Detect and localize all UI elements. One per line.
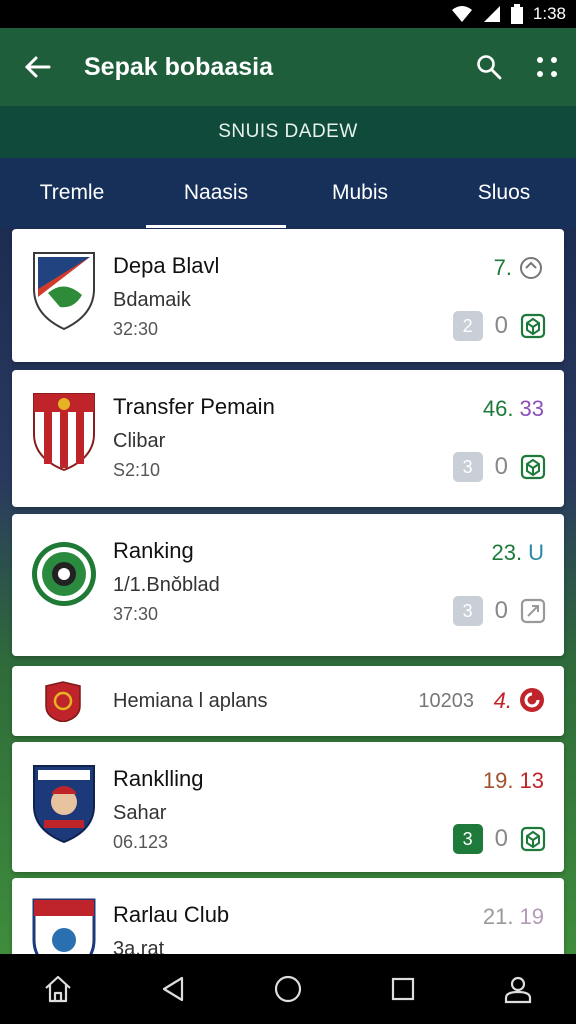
tab-naasis[interactable]: Naasis: [144, 158, 288, 228]
app-title: Sepak bobaasia: [84, 52, 273, 81]
share-icon[interactable]: [520, 598, 546, 624]
card-subtitle: Bdamaik: [113, 289, 191, 311]
nav-home-circle-button[interactable]: [258, 959, 318, 1019]
nav-recents-button[interactable]: [373, 959, 433, 1019]
back-arrow-icon: [24, 56, 51, 78]
count-badge: 2: [452, 311, 483, 341]
search-icon: [477, 55, 502, 80]
cube-icon[interactable]: [520, 826, 546, 852]
person-icon: [505, 976, 532, 1004]
tab-bar: Tremle Naasis Mubis Sluos: [0, 158, 576, 228]
search-button[interactable]: [460, 28, 518, 106]
score-a: 7.: [493, 255, 512, 280]
zero-value: 0: [494, 825, 508, 852]
score-b: U: [528, 540, 544, 565]
score-a: 4.: [493, 688, 512, 713]
app-bar: Sepak bobaasia: [0, 28, 576, 106]
score: 23. U: [492, 540, 544, 566]
list-item[interactable]: Ranklling Sahar 06.123 19. 13 3 0: [12, 742, 564, 872]
score-a: 19.: [482, 768, 514, 793]
tab-tremle[interactable]: Tremle: [0, 158, 144, 228]
section-banner-label: SNUIS DADEW: [218, 121, 358, 142]
card-time: S2:10: [113, 460, 161, 480]
circle-nav-icon: [274, 975, 302, 1003]
score-a: 21.: [482, 904, 514, 929]
club-crest-icon: [32, 542, 96, 606]
list-item[interactable]: Transfer Pemain Clibar S2:10 46. 33 3 0: [12, 370, 564, 507]
card-stats: 2 0: [452, 311, 546, 341]
back-nav-icon: [162, 976, 183, 1002]
score-b: 13: [519, 768, 544, 793]
card-time: 37:30: [113, 604, 159, 624]
back-button[interactable]: [0, 28, 74, 106]
card-subtitle: Sahar: [113, 802, 167, 824]
section-banner: SNUIS DADEW: [0, 106, 576, 158]
battery-icon: [510, 4, 523, 24]
more-button[interactable]: [518, 28, 576, 106]
club-crest-icon: [32, 898, 96, 954]
square-nav-icon: [392, 977, 415, 1001]
card-title: Hemiana l aplans: [113, 690, 268, 712]
zero-value: 0: [494, 453, 508, 480]
tab-label: Mubis: [331, 181, 389, 204]
profile-button[interactable]: [488, 959, 548, 1019]
nav-back-button[interactable]: [143, 959, 203, 1019]
club-crest-icon: [33, 252, 95, 331]
home-button[interactable]: [28, 959, 88, 1019]
wifi-icon: [451, 6, 472, 22]
card-title: Ranking: [113, 538, 194, 563]
cube-icon[interactable]: [520, 454, 546, 480]
list-item[interactable]: Depa Blavl Bdamaik 32:30 7. 2 0: [12, 229, 564, 362]
score: 46. 33: [483, 396, 544, 422]
card-subtitle: 1/1.Bnǒblad: [113, 574, 220, 596]
status-bar: 1:38: [0, 0, 576, 28]
card-title: Depa Blavl: [113, 253, 220, 278]
card-subtitle: Clibar: [113, 430, 166, 452]
card-stats: 3 0: [452, 452, 546, 482]
list-item[interactable]: Ranking 1/1.Bnǒblad 37:30 23. U 3 0: [12, 514, 564, 656]
card-stats: 3 0: [452, 824, 546, 854]
card-title: Rarlau Club: [113, 902, 230, 927]
status-time: 1:38: [532, 4, 566, 23]
score: 7.: [494, 255, 544, 281]
card-stats: 3 0: [452, 596, 546, 626]
club-crest-icon: [45, 681, 81, 722]
count-badge: 3: [452, 452, 483, 482]
list-item[interactable]: Hemiana l aplans 10203 4.: [12, 666, 564, 736]
zero-value: 0: [494, 597, 508, 624]
list-item[interactable]: Rarlau Club 3a.rat 21. 19: [12, 878, 564, 954]
tab-label: Sluos: [477, 181, 531, 204]
club-crest-icon: [33, 765, 95, 844]
system-nav-bar: [0, 954, 576, 1024]
card-title: Ranklling: [113, 766, 204, 791]
tab-label: Tremle: [39, 181, 105, 204]
card-time: 06.123: [113, 832, 169, 852]
refresh-icon[interactable]: [518, 255, 544, 281]
score: 19. 13: [483, 768, 544, 794]
count-badge: 3: [452, 824, 483, 854]
score-b: 19: [519, 904, 544, 929]
tab-sluos[interactable]: Sluos: [432, 158, 576, 228]
score: 21. 19: [483, 904, 544, 930]
more-icon: [537, 57, 557, 77]
tab-label: Naasis: [183, 181, 249, 204]
score-a: 23.: [491, 540, 523, 565]
card-subtitle: 3a.rat: [113, 938, 165, 954]
signal-icon: [483, 6, 500, 22]
count-badge: 3: [452, 596, 483, 626]
home-icon: [44, 975, 71, 1003]
zero-value: 0: [494, 312, 508, 339]
card-time: 32:30: [113, 319, 159, 339]
alert-icon[interactable]: [518, 686, 546, 714]
card-value: 10203: [418, 690, 474, 712]
card-title: Transfer Pemain: [113, 394, 275, 419]
score-b: 33: [519, 396, 544, 421]
club-crest-icon: [33, 393, 95, 472]
cube-icon[interactable]: [520, 313, 546, 339]
score-a: 46.: [482, 396, 514, 421]
tab-mubis[interactable]: Mubis: [288, 158, 432, 228]
